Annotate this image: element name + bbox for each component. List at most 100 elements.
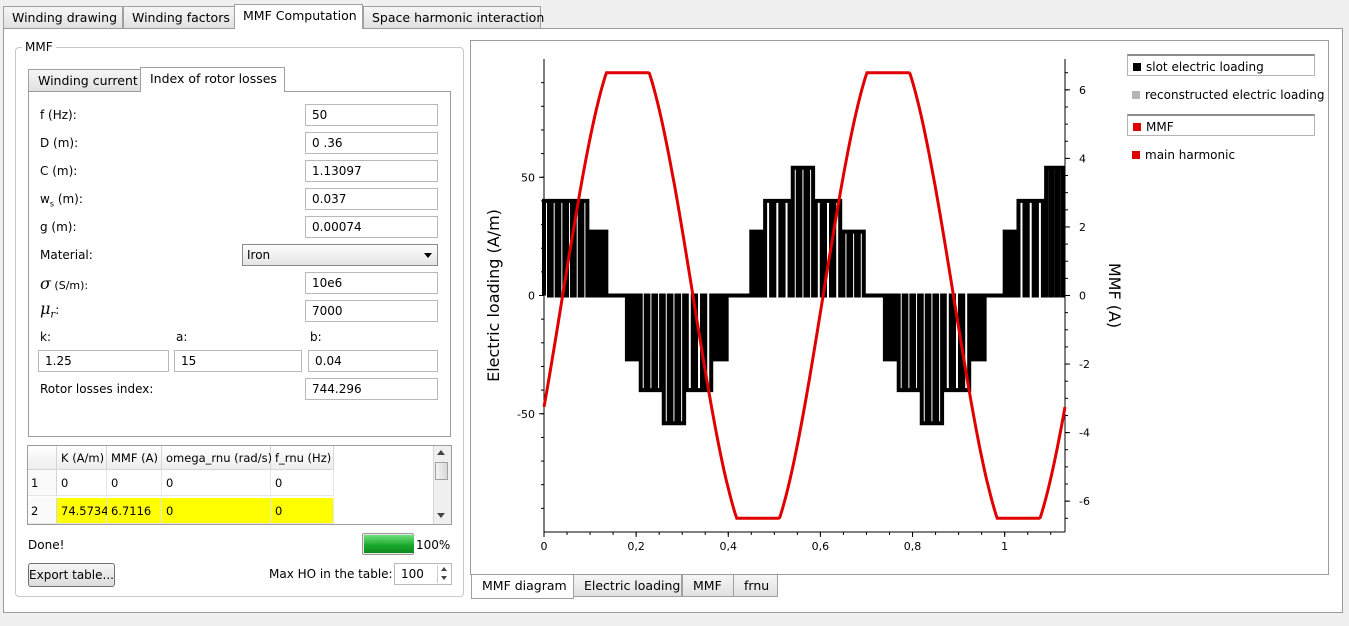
- tab-winding-drawing[interactable]: Winding drawing: [3, 6, 123, 28]
- chevron-down-icon: [441, 576, 447, 580]
- g-field[interactable]: 0.00074: [305, 216, 438, 238]
- scroll-down-icon[interactable]: [437, 513, 445, 518]
- sigma-label: σ (S/m):: [40, 274, 88, 293]
- b-field[interactable]: 0.04: [308, 350, 438, 372]
- mmf-group-title: MMF: [22, 40, 56, 54]
- tab-space-harmonic-interaction[interactable]: Space harmonic interaction: [363, 6, 544, 28]
- scroll-up-icon[interactable]: [437, 450, 445, 455]
- tab-index-of-rotor-losses[interactable]: Index of rotor losses: [140, 67, 285, 92]
- k-label: k:: [40, 330, 51, 344]
- legend-item-main-harmonic[interactable]: main harmonic: [1127, 144, 1315, 166]
- y-tick-label: 50: [521, 171, 535, 184]
- x-tick-label: 0,2: [627, 540, 645, 553]
- progress-fill: [364, 535, 414, 553]
- f-label: f (Hz):: [40, 108, 77, 122]
- mmf-chart: Electric loading (A/m) 0 0,2 0,4 0,6 0,8 1 -50…: [484, 59, 1121, 553]
- y-tick-label: -50: [517, 408, 535, 421]
- chevron-up-icon: [441, 567, 447, 571]
- legend-item-slot-electric-loading[interactable]: slot electric loading: [1127, 54, 1315, 76]
- tab-mmf[interactable]: MMF: [682, 575, 734, 597]
- max-ho-label: Max HO in the table:: [269, 567, 393, 581]
- material-select-value: Iron: [247, 248, 271, 262]
- table-cell[interactable]: 0: [57, 470, 107, 496]
- material-label: Material:: [40, 248, 93, 262]
- spin-down-button[interactable]: [437, 574, 450, 583]
- y2-tick-label: -6: [1079, 495, 1090, 508]
- table-corner: [28, 446, 57, 470]
- legend-label: MMF: [1146, 120, 1174, 134]
- table-cell[interactable]: 6.7116: [107, 498, 162, 524]
- y2-tick-label: 0: [1079, 290, 1086, 303]
- table-cell[interactable]: 0: [271, 470, 334, 496]
- progress-bar: [362, 533, 414, 555]
- legend-swatch: [1132, 151, 1140, 159]
- x-tick-label: 0,6: [812, 540, 830, 553]
- x-tick-label: 1: [1001, 540, 1008, 553]
- column-header-frnu[interactable]: f_rnu (Hz): [271, 446, 334, 470]
- legend-item-reconstructed-electric-loading[interactable]: reconstructed electric loading: [1127, 84, 1325, 106]
- spin-up-button[interactable]: [437, 565, 450, 574]
- legend-item-mmf[interactable]: MMF: [1127, 114, 1315, 136]
- row-header[interactable]: 1: [28, 470, 57, 496]
- table-cell[interactable]: 0: [162, 470, 271, 496]
- max-ho-spinbox[interactable]: 100: [394, 563, 452, 585]
- tab-electric-loading[interactable]: Electric loading: [573, 575, 682, 597]
- c-label: C (m):: [40, 164, 78, 178]
- legend-label: main harmonic: [1145, 148, 1236, 162]
- ws-label-rest: (m):: [54, 192, 83, 206]
- mu-field[interactable]: 7000: [305, 300, 438, 322]
- rotor-losses-label: Rotor losses index:: [40, 382, 154, 396]
- slot-electric-loading-line: [542, 165, 1065, 426]
- legend-swatch: [1132, 91, 1140, 99]
- sigma-symbol: σ: [40, 274, 51, 293]
- rotor-losses-field[interactable]: 744.296: [305, 378, 438, 400]
- tab-winding-current[interactable]: Winding current: [28, 69, 141, 91]
- scroll-thumb[interactable]: [435, 462, 448, 480]
- k-field[interactable]: 1.25: [38, 350, 169, 372]
- column-header-k[interactable]: K (A/m): [57, 446, 107, 470]
- y-axis-label: Electric loading (A/m): [484, 209, 503, 382]
- a-field[interactable]: 15: [174, 350, 302, 372]
- column-header-omega[interactable]: omega_rnu (rad/s): [162, 446, 272, 470]
- table-cell[interactable]: 74.5734: [57, 498, 109, 524]
- table-cell[interactable]: 0: [271, 498, 334, 524]
- sigma-field[interactable]: 10e6: [305, 272, 438, 294]
- row-header[interactable]: 2: [28, 498, 57, 524]
- export-table-button[interactable]: Export table...: [28, 563, 115, 587]
- ws-label-w: w: [40, 192, 50, 206]
- x-tick-label: 0,4: [720, 540, 738, 553]
- column-header-mmf[interactable]: MMF (A): [107, 446, 162, 470]
- ws-field[interactable]: 0.037: [305, 188, 438, 210]
- a-label: a:: [176, 330, 188, 344]
- d-field[interactable]: 0 .36: [305, 132, 438, 154]
- ws-label: ws (m):: [40, 192, 83, 208]
- y2-tick-label: -2: [1079, 358, 1090, 371]
- table-cell[interactable]: 0: [107, 470, 162, 496]
- legend-label: slot electric loading: [1146, 60, 1264, 74]
- harmonics-table[interactable]: K (A/m) MMF (A) omega_rnu (rad/s) f_rnu …: [27, 445, 452, 525]
- material-select[interactable]: Iron: [242, 244, 438, 266]
- x-tick-label: 0,8: [904, 540, 922, 553]
- mu-label: μr:: [40, 299, 59, 320]
- legend-label: reconstructed electric loading: [1145, 88, 1325, 102]
- sigma-label-text: (S/m):: [50, 279, 89, 292]
- tab-mmf-diagram[interactable]: MMF diagram: [471, 575, 574, 599]
- g-label: g (m):: [40, 220, 77, 234]
- f-field[interactable]: 50: [305, 104, 438, 126]
- max-ho-value: 100: [401, 567, 424, 581]
- y2-tick-label: 4: [1079, 152, 1086, 165]
- tab-frnu[interactable]: frnu: [733, 575, 778, 597]
- d-label: D (m):: [40, 136, 79, 150]
- tab-mmf-computation[interactable]: MMF Computation: [234, 4, 363, 29]
- y2-tick-label: 2: [1079, 221, 1086, 234]
- c-field[interactable]: 1.13097: [305, 160, 438, 182]
- y2-axis-label: MMF (A): [1105, 263, 1121, 328]
- tab-winding-factors[interactable]: Winding factors: [123, 6, 235, 28]
- legend-swatch: [1133, 123, 1141, 131]
- y2-tick-label: -4: [1079, 427, 1090, 440]
- table-scrollbar[interactable]: [433, 446, 451, 524]
- b-label: b:: [310, 330, 322, 344]
- x-tick-label: 0: [541, 540, 548, 553]
- table-cell[interactable]: 0: [162, 498, 271, 524]
- chevron-down-icon: [424, 253, 432, 258]
